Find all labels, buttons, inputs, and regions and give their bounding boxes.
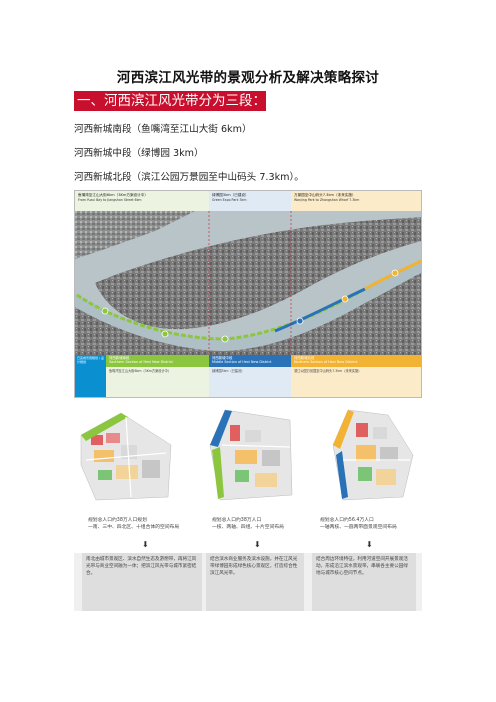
page-title: 河西滨江风光带的景观分析及解决策略探讨 [116,70,380,86]
plan-description-north: 结合周边环境特征，利用河道空间开展景观活动，形成沿江滨水景观带，串联各主要公园绿… [312,553,416,611]
plan-caption-north: 规划总人口约56.4万人口 一轴两核、一圆两带面景观空间布局 [320,518,397,531]
header-middle: 绿博园3km（已建设） Green Expo Park 3km [209,191,291,211]
band-north: 河西新城北段 Northern Section of Hexi New Dist… [291,355,421,397]
paragraph-south: 河西新城南段（鱼嘴湾至江山大街 6km） [74,124,252,135]
down-arrow-icon: ⬇ [254,540,261,549]
down-arrow-icon: ⬇ [142,540,149,549]
paragraph-middle: 河西新城中段（绿博园 3km） [74,148,204,159]
down-arrow-icon: ⬇ [366,540,373,549]
header-south: 鱼嘴湾至江山大街6km（3Km方案设计中） From Yuzui Bay to … [75,191,209,211]
planning-note: 已完成景观规划 / 设计规划 [75,355,106,397]
district-plan-middle [200,405,300,505]
plan-caption-south: 规划总人口约38万人口规划 一南、三中、四北区、十组合体的空间布局 [88,518,180,531]
aerial-map [75,211,421,355]
plan-description-south: 南北由城市景观区、滨水自然生态及游憩带，再将江风光带与商业空间融为一体；把滨江风… [82,553,202,611]
section-heading: 一、河西滨江风光带分为三段： [74,91,266,111]
header-north: 万景园至中山码头7.3km（未来实施） Wanjing Park to Zhon… [291,191,421,211]
district-plan-north [318,405,418,505]
paragraph-north: 河西新城北段（滨江公园万景园至中山码头 7.3km）。 [74,172,304,183]
band-south: 河西新城南段 Southern Section of Hexi New Dist… [106,355,209,397]
district-plan-south [76,405,176,505]
band-middle: 河西新城中段 Middle Section of Hexi New Distri… [209,355,291,397]
plan-caption-middle: 规划总人口约38万人口 一核、两轴、四组、十片空间布局 [212,518,284,531]
riverside-map-figure: 鱼嘴湾至江山大街6km（3Km方案设计中） From Yuzui Bay to … [74,190,422,398]
plan-description-middle: 结合滨水商业服务及滨水设施，并在江风光带绿博园形成绿色核心景观区，打造综合性滨江… [206,553,304,611]
